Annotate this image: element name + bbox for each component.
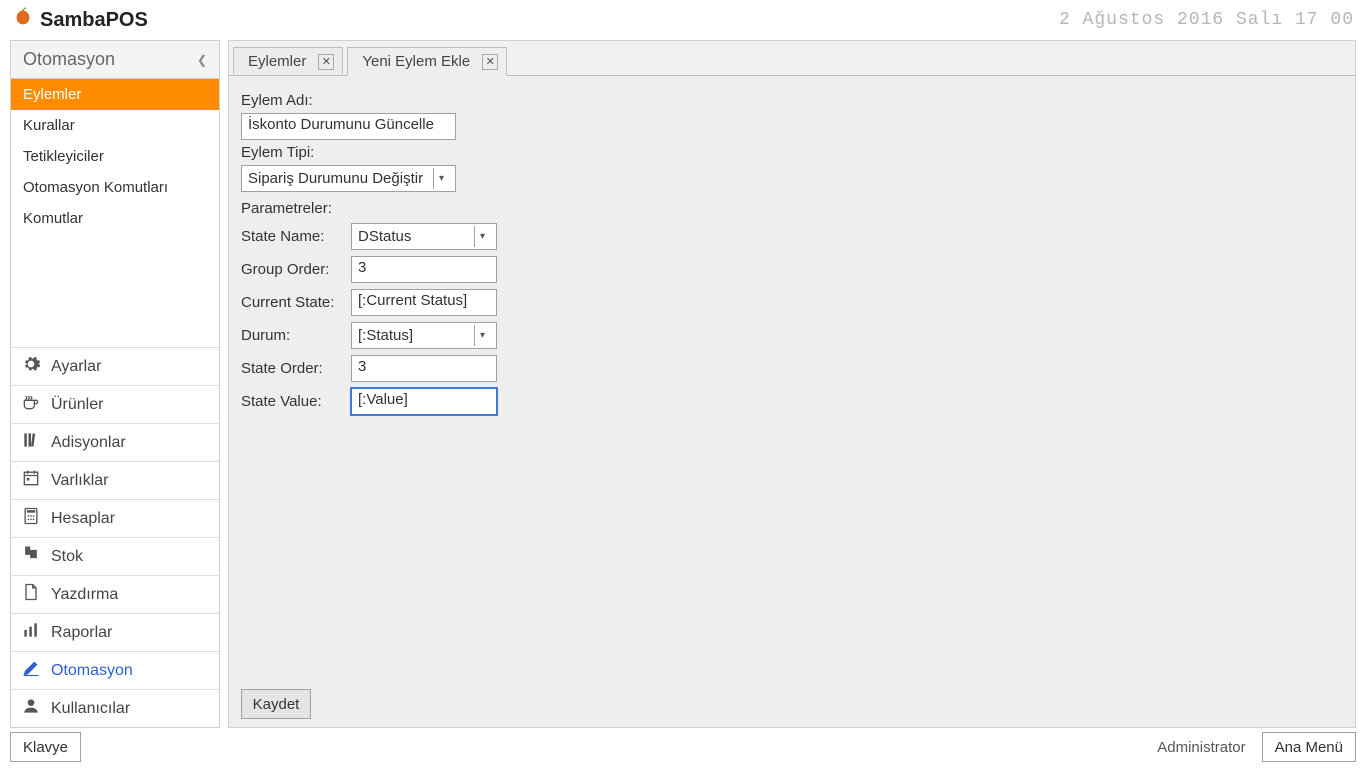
- tab-label: Yeni Eylem Ekle: [362, 53, 470, 70]
- sidebar-item-eylemler[interactable]: Eylemler: [11, 79, 219, 110]
- footer: Klavye Administrator Ana Menü: [0, 734, 1366, 768]
- nav-item-varlıklar[interactable]: Varlıklar: [11, 461, 219, 499]
- tab-strip: Eylemler ✕ Yeni Eylem Ekle ✕: [229, 41, 1355, 76]
- brand-label: SambaPOS: [40, 9, 148, 32]
- admin-label: Administrator: [1157, 739, 1245, 756]
- nav-item-raporlar[interactable]: Raporlar: [11, 613, 219, 651]
- sidebar-sublist: EylemlerKurallarTetikleyicilerOtomasyon …: [11, 79, 219, 234]
- parameters-grid: State Name:DStatus▾Group Order:3Current …: [241, 223, 1343, 415]
- nav-item-label: Adisyonlar: [51, 434, 126, 452]
- sidebar-nav: Ayarlar Ürünler Adisyonlar Varlıklar Hesapla…: [11, 347, 219, 727]
- nav-item-stok[interactable]: Stok: [11, 537, 219, 575]
- flag-icon: [21, 544, 41, 569]
- nav-item-adisyonlar[interactable]: Adisyonlar: [11, 423, 219, 461]
- topbar: SambaPOS 2 Ağustos 2016 Salı 17 00: [0, 0, 1366, 40]
- nav-item-label: Hesaplar: [51, 510, 115, 528]
- param-input[interactable]: 3: [351, 355, 497, 382]
- nav-item-label: Stok: [51, 548, 83, 566]
- clock: 2 Ağustos 2016 Salı 17 00: [1059, 10, 1354, 30]
- keyboard-button[interactable]: Klavye: [10, 732, 81, 762]
- nav-item-yazdırma[interactable]: Yazdırma: [11, 575, 219, 613]
- gear-icon: [21, 354, 41, 379]
- param-input[interactable]: [:Status] ▾: [351, 322, 497, 349]
- nav-item-label: Raporlar: [51, 624, 112, 642]
- sidebar-item-kurallar[interactable]: Kurallar: [11, 110, 219, 141]
- tab-eylemler[interactable]: Eylemler ✕: [233, 47, 343, 76]
- param-value: DStatus: [358, 228, 411, 245]
- action-type-value: Sipariş Durumunu Değiştir: [248, 170, 423, 187]
- nav-item-hesaplar[interactable]: Hesaplar: [11, 499, 219, 537]
- pencil-icon: [21, 658, 41, 683]
- nav-item-label: Otomasyon: [51, 662, 133, 680]
- nav-item-label: Ayarlar: [51, 358, 101, 376]
- chevron-left-icon: ❮: [197, 53, 207, 67]
- param-label: State Order:: [241, 360, 351, 377]
- action-type-label: Eylem Tipi:: [241, 144, 1343, 161]
- close-icon[interactable]: ✕: [482, 54, 498, 70]
- cup-icon: [21, 392, 41, 417]
- nav-item-otomasyon[interactable]: Otomasyon: [11, 651, 219, 689]
- nav-item-kullanıcılar[interactable]: Kullanıcılar: [11, 689, 219, 727]
- param-input[interactable]: DStatus ▾: [351, 223, 497, 250]
- main-menu-button[interactable]: Ana Menü: [1262, 732, 1356, 762]
- file-icon: [21, 582, 41, 607]
- nav-item-label: Varlıklar: [51, 472, 109, 490]
- save-button[interactable]: Kaydet: [241, 689, 311, 719]
- books-icon: [21, 430, 41, 455]
- action-name-label: Eylem Adı:: [241, 92, 1343, 109]
- editor-body: Eylem Adı: İskonto Durumunu Güncelle Eyl…: [229, 75, 1355, 727]
- tab-label: Eylemler: [248, 53, 306, 70]
- calc-icon: [21, 506, 41, 531]
- param-value: [:Status]: [358, 327, 413, 344]
- sidebar: Otomasyon ❮ EylemlerKurallarTetikleyicil…: [10, 40, 220, 728]
- chevron-down-icon: ▾: [474, 325, 490, 346]
- sidebar-title: Otomasyon: [23, 49, 115, 70]
- nav-item-label: Kullanıcılar: [51, 700, 130, 718]
- param-label: State Name:: [241, 228, 351, 245]
- nav-item-ürünler[interactable]: Ürünler: [11, 385, 219, 423]
- param-label: Group Order:: [241, 261, 351, 278]
- close-icon[interactable]: ✕: [318, 54, 334, 70]
- parameters-label: Parametreler:: [241, 200, 1343, 217]
- chevron-down-icon: ▾: [433, 168, 449, 189]
- editor-panel: Eylemler ✕ Yeni Eylem Ekle ✕ Eylem Adı: İsk…: [228, 40, 1356, 728]
- param-input[interactable]: [:Value]: [351, 388, 497, 415]
- action-name-input[interactable]: İskonto Durumunu Güncelle: [241, 113, 456, 140]
- tab-yeni-eylem-ekle[interactable]: Yeni Eylem Ekle ✕: [347, 47, 507, 76]
- param-input[interactable]: 3: [351, 256, 497, 283]
- brand-icon: [12, 6, 34, 34]
- chevron-down-icon: ▾: [474, 226, 490, 247]
- nav-item-label: Ürünler: [51, 396, 103, 414]
- bars-icon: [21, 620, 41, 645]
- param-label: Current State:: [241, 294, 351, 311]
- brand: SambaPOS: [12, 6, 148, 34]
- param-label: Durum:: [241, 327, 351, 344]
- sidebar-item-komutlar[interactable]: Komutlar: [11, 203, 219, 234]
- nav-item-label: Yazdırma: [51, 586, 118, 604]
- param-label: State Value:: [241, 393, 351, 410]
- action-type-select[interactable]: Sipariş Durumunu Değiştir ▾: [241, 165, 456, 192]
- sidebar-header[interactable]: Otomasyon ❮: [11, 41, 219, 79]
- param-input[interactable]: [:Current Status]: [351, 289, 497, 316]
- user-icon: [21, 696, 41, 721]
- calendar-icon: [21, 468, 41, 493]
- nav-item-ayarlar[interactable]: Ayarlar: [11, 347, 219, 385]
- sidebar-item-otomasyon komutları[interactable]: Otomasyon Komutları: [11, 172, 219, 203]
- sidebar-item-tetikleyiciler[interactable]: Tetikleyiciler: [11, 141, 219, 172]
